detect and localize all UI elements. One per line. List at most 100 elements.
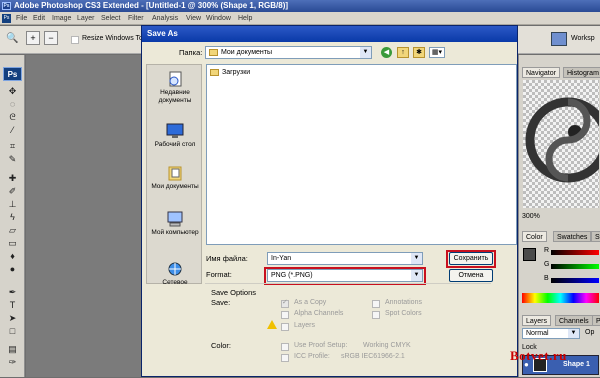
magic-wand-icon[interactable]: ⁄ — [6, 125, 19, 136]
menu-view[interactable]: View — [186, 12, 201, 25]
alpha-channels-checkbox[interactable] — [281, 311, 289, 319]
pen-tool-icon[interactable]: ✒ — [6, 287, 19, 298]
place-my-documents[interactable]: Мои документы — [147, 165, 203, 191]
crop-tool-icon[interactable]: ⌗ — [6, 141, 19, 152]
tab-paths[interactable]: P — [592, 315, 600, 326]
navigator-zoom-value[interactable]: 300% — [522, 213, 540, 220]
icc-profile-label: ICC Profile: — [294, 353, 330, 360]
marquee-tool-icon[interactable]: ◌ — [6, 99, 19, 110]
place-my-computer[interactable]: Мой компьютер — [147, 211, 203, 237]
channel-b-slider[interactable] — [551, 278, 599, 283]
file-name: Загрузки — [222, 69, 251, 76]
folder-select[interactable]: Мои документы ▼ — [205, 46, 372, 59]
tab-channels[interactable]: Channels — [555, 315, 593, 326]
window-title: Adobe Photoshop CS3 Extended - [Untitled… — [14, 1, 289, 10]
tab-color[interactable]: Color — [522, 231, 547, 242]
network-icon — [168, 262, 182, 276]
blend-mode-select[interactable]: Normal ▼ — [522, 328, 580, 339]
menu-window[interactable]: Window — [206, 12, 231, 25]
brush-tool-icon[interactable]: ✐ — [6, 186, 19, 197]
folder-icon — [209, 48, 218, 56]
menu-layer[interactable]: Layer — [77, 12, 95, 25]
menu-help[interactable]: Help — [238, 12, 252, 25]
menu-edit[interactable]: Edit — [33, 12, 45, 25]
new-folder-icon[interactable]: ✱ — [413, 47, 425, 58]
file-list[interactable]: Загрузки — [206, 64, 517, 245]
menu-image[interactable]: Image — [52, 12, 71, 25]
healing-tool-icon[interactable]: ✚ — [6, 173, 19, 184]
spot-colors-label: Spot Colors — [385, 310, 422, 317]
tab-layers[interactable]: Layers — [522, 315, 552, 326]
zoom-tool-icon[interactable]: 🔍 — [6, 33, 18, 44]
my-computer-icon — [167, 211, 183, 227]
menu-bar: Ps File Edit Image Layer Select Filter A… — [0, 12, 600, 25]
blur-tool-icon[interactable]: ♦ — [6, 251, 19, 262]
path-select-icon[interactable]: ➤ — [6, 313, 19, 324]
type-tool-icon[interactable]: T — [6, 300, 19, 311]
slice-tool-icon[interactable]: ✎ — [6, 154, 19, 165]
chevron-down-icon: ▼ — [411, 270, 422, 281]
menu-ps-icon: Ps — [2, 14, 11, 23]
menu-select[interactable]: Select — [101, 12, 120, 25]
move-tool-icon[interactable]: ✥ — [6, 86, 19, 97]
stamp-tool-icon[interactable]: ⊥ — [6, 199, 19, 210]
channel-r-slider[interactable] — [551, 250, 599, 255]
watermark: Botvet.ru — [510, 348, 567, 363]
up-folder-icon[interactable]: ↑ — [397, 47, 409, 58]
history-brush-icon[interactable]: ϟ — [6, 212, 19, 223]
shape-tool-icon[interactable]: □ — [6, 326, 19, 337]
cancel-button[interactable]: Отмена — [449, 269, 493, 282]
foreground-color-swatch[interactable] — [523, 248, 536, 261]
gradient-tool-icon[interactable]: ▭ — [6, 238, 19, 249]
navigator-preview — [523, 80, 600, 208]
tab-styles[interactable]: St — [591, 231, 600, 242]
place-recent[interactable]: Недавние документы — [147, 71, 203, 105]
yin-yang-thumbnail — [525, 97, 600, 183]
icc-profile-checkbox[interactable] — [281, 354, 289, 362]
menu-filter[interactable]: Filter — [128, 12, 144, 25]
list-item[interactable]: Загрузки — [210, 68, 250, 78]
menu-analysis[interactable]: Analysis — [152, 12, 178, 25]
annotations-checkbox[interactable] — [372, 300, 380, 308]
dodge-tool-icon[interactable]: ● — [6, 264, 19, 275]
notes-tool-icon[interactable]: ▤ — [6, 344, 19, 355]
save-as-dialog: Save As Папка: Мои документы ▼ ◀ ↑ ✱ ▦▾ … — [141, 25, 518, 377]
zoom-out-icon[interactable]: − — [44, 31, 58, 45]
tab-swatches[interactable]: Swatches — [553, 231, 592, 242]
resize-windows-checkbox[interactable] — [71, 36, 79, 44]
opacity-label: Op — [585, 329, 595, 336]
place-my-computer-label: Мой компьютер — [151, 229, 199, 236]
view-menu-icon[interactable]: ▦▾ — [429, 47, 445, 58]
eyedropper-icon[interactable]: ✑ — [6, 357, 19, 368]
folder-icon — [210, 68, 219, 76]
menu-file[interactable]: File — [16, 12, 27, 25]
desktop-icon — [166, 123, 184, 138]
eraser-tool-icon[interactable]: ▱ — [6, 225, 19, 236]
zoom-in-icon[interactable]: + — [26, 31, 40, 45]
lasso-tool-icon[interactable]: ᘓ — [6, 112, 19, 123]
back-icon[interactable]: ◀ — [381, 47, 392, 58]
tab-histogram[interactable]: Histogram — [563, 67, 600, 78]
format-label: Format: — [206, 270, 232, 279]
place-network[interactable]: Сетевое — [147, 261, 203, 287]
chevron-down-icon: ▼ — [360, 47, 371, 58]
place-desktop[interactable]: Рабочий стол — [147, 123, 203, 149]
filename-input[interactable]: In-Yan ▼ — [267, 252, 423, 265]
photoshop-app-icon: Ps — [2, 2, 11, 10]
color-spectrum-bar[interactable] — [522, 293, 599, 303]
workspace-icon[interactable] — [551, 32, 567, 46]
toolbox: Ps ✥ ◌ ᘓ ⁄ ⌗ ✎ ✚ ✐ ⊥ ϟ ▱ ▭ ♦ ● ✒ T ➤ □ ▤… — [0, 55, 25, 377]
format-select[interactable]: PNG (*.PNG) ▼ — [267, 269, 423, 282]
tab-navigator[interactable]: Navigator — [522, 67, 560, 78]
as-copy-checkbox[interactable]: ✓ — [281, 299, 289, 308]
proof-setup-label: Use Proof Setup: — [294, 342, 348, 349]
channel-g-slider[interactable] — [551, 264, 599, 269]
alpha-channels-label: Alpha Channels — [294, 310, 344, 317]
spot-colors-checkbox[interactable] — [372, 311, 380, 319]
place-network-label: Сетевое — [162, 279, 188, 286]
workspace-label[interactable]: Worksp — [571, 35, 595, 42]
save-button[interactable]: Сохранить — [449, 252, 493, 265]
proof-setup-checkbox[interactable] — [281, 343, 289, 351]
layers-checkbox[interactable] — [281, 323, 289, 331]
filename-label: Имя файла: — [206, 254, 248, 263]
